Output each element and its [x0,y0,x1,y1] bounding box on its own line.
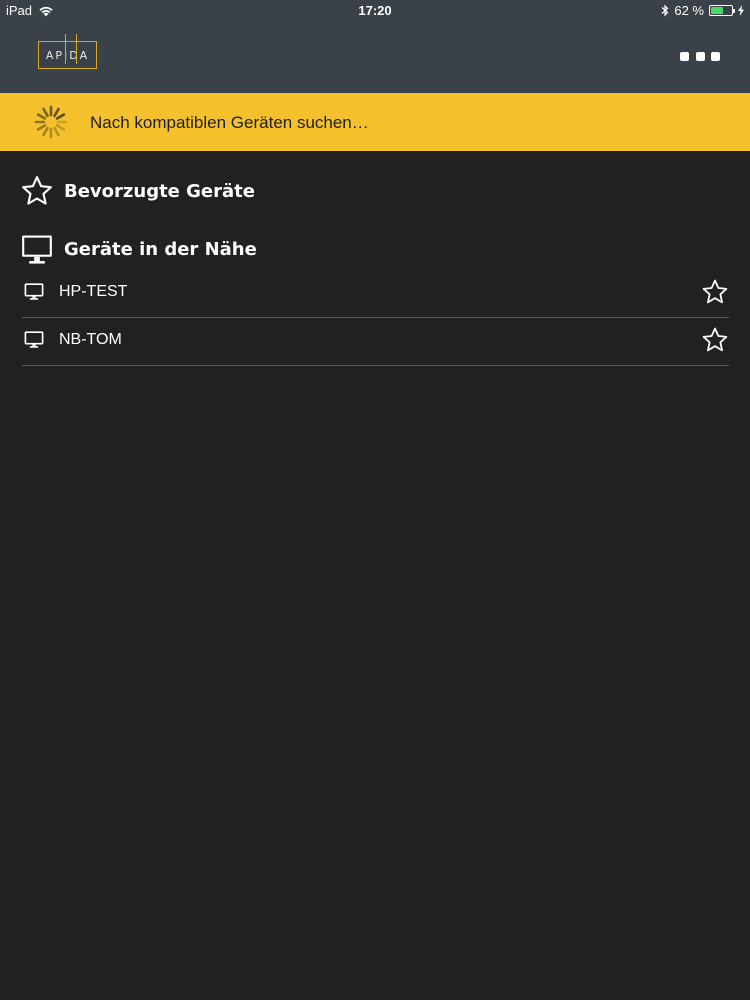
spinner-spoke [53,107,60,118]
favorite-star-button[interactable] [701,278,729,306]
favorite-star-button[interactable] [701,326,729,354]
spinner-spoke [42,126,49,137]
nearby-header: Geräte in der Nähe [20,232,257,266]
status-time: 17:20 [358,3,392,18]
more-dots-icon [695,51,705,61]
device-name-label: NB-TOM [59,331,122,348]
status-bar: iPad 17:20 62 % [0,0,750,20]
spinner-spoke [53,126,60,137]
battery-percent: 62 % [674,3,704,18]
favorites-title: Bevorzugte Geräte [64,180,255,202]
battery-level [711,7,724,14]
monitor-icon [24,283,44,300]
device-row-nb-tom[interactable]: NB-TOM [22,318,729,366]
battery-icon [709,5,735,16]
device-row-hp-test[interactable]: HP-TEST [22,270,729,318]
spinner-spoke [55,113,66,120]
more-dots-icon [711,51,720,61]
monitor-icon [22,235,52,264]
monitor-icon [24,331,44,348]
status-right: 62 % [661,3,744,18]
search-status-text: Nach kompatiblen Geräten suchen… [90,113,369,132]
logo-text: APIDA [45,48,90,62]
spinner-spoke [55,124,66,131]
favorites-header: Bevorzugte Geräte [20,174,255,208]
bluetooth-icon [661,4,669,17]
apida-logo: APIDA [38,34,97,69]
spinner-spoke [42,107,49,118]
device-name-label: HP-TEST [59,283,128,300]
nav-bar: APIDA [0,20,750,93]
more-dots-icon [680,51,689,61]
spinner-spoke [36,113,47,120]
more-options-button[interactable] [680,48,720,64]
charging-bolt-icon [738,5,744,16]
search-status-banner: Nach kompatiblen Geräten suchen… [0,93,750,151]
nearby-title: Geräte in der Nähe [64,238,257,260]
spinner-spoke [36,124,47,131]
star-outline-icon [22,176,52,205]
spinner-icon [34,105,68,139]
